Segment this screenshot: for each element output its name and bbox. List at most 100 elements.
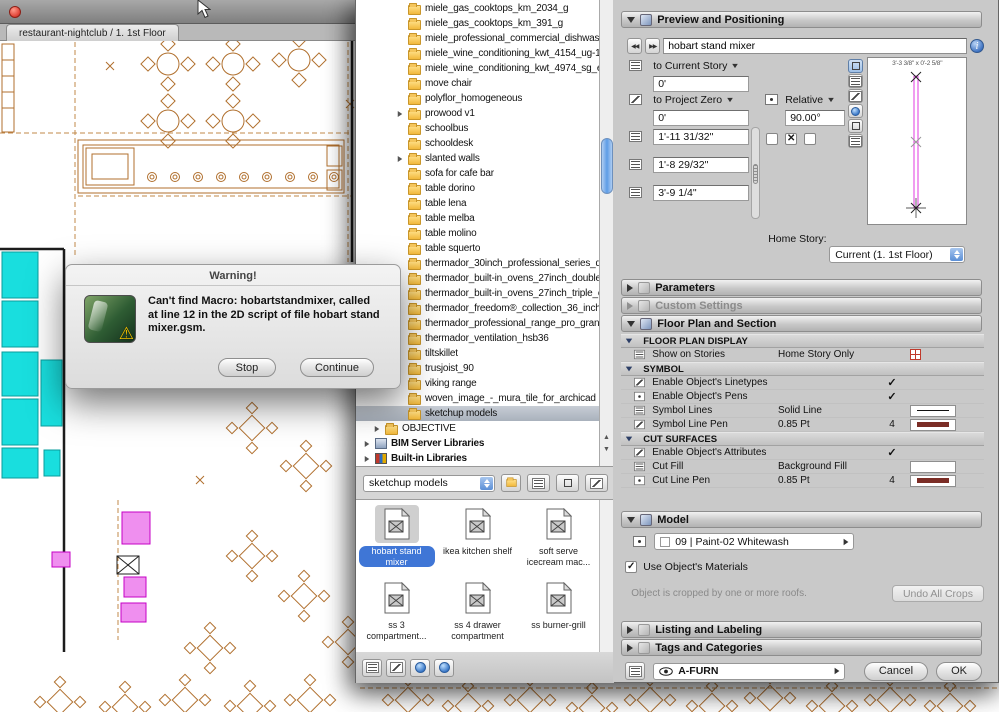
scroll-down-arrow-icon[interactable]: ▼ xyxy=(603,446,610,453)
detail-view-button[interactable] xyxy=(585,474,608,492)
library-object[interactable]: hobart stand mixer xyxy=(356,502,437,576)
symbol-band[interactable]: SYMBOL xyxy=(621,362,984,376)
tree-item[interactable]: move chair xyxy=(356,76,599,91)
collapse-triangle-icon[interactable] xyxy=(627,17,635,23)
section-floor-plan[interactable]: Floor Plan and Section xyxy=(621,315,982,332)
ok-button[interactable]: OK xyxy=(936,662,982,681)
tree-item[interactable]: miele_gas_cooktops_km_391_g xyxy=(356,16,599,31)
new-folder-button[interactable] xyxy=(501,474,521,492)
library-object[interactable]: ss 3 compartment... xyxy=(356,576,437,650)
symbol-lines-dropdown[interactable]: Solid Line xyxy=(778,405,874,416)
library-object[interactable]: ss burner-grill xyxy=(518,576,599,650)
tree-item[interactable]: BIM Server Libraries xyxy=(356,436,599,451)
folder-dropdown[interactable]: sketchup models xyxy=(363,475,495,492)
floor-plan-display-band[interactable]: FLOOR PLAN DISPLAY xyxy=(621,334,984,348)
story-offset-field[interactable]: 0' xyxy=(653,76,749,92)
expand-arrow-icon[interactable] xyxy=(373,425,381,433)
use-materials-checkbox[interactable] xyxy=(625,561,637,573)
tree-scrollbar[interactable]: ▼ ▲ xyxy=(599,0,614,467)
material-dropdown[interactable]: 09 | Paint-02 Whitewash xyxy=(654,533,854,550)
section-tags-categories[interactable]: Tags and Categories xyxy=(621,639,982,656)
preview-slider[interactable] xyxy=(751,127,760,219)
undo-all-crops-button[interactable]: Undo All Crops xyxy=(892,585,984,602)
flip-checkbox[interactable] xyxy=(766,133,778,145)
tree-item[interactable]: Built-in Libraries xyxy=(356,451,599,466)
tree-item[interactable]: slanted walls xyxy=(356,151,599,166)
cut-fill-dropdown[interactable]: Background Fill xyxy=(778,461,874,472)
tree-item[interactable]: table melba xyxy=(356,211,599,226)
tree-item[interactable]: table lena xyxy=(356,196,599,211)
tree-item[interactable]: woven_image_-_mura_tile_for_archicad xyxy=(356,391,599,406)
fill-preview-field[interactable] xyxy=(910,461,956,473)
tree-item[interactable]: miele_wine_conditioning_kwt_4154_ug-1 xyxy=(356,46,599,61)
rotation-angle-field[interactable]: 90.00° xyxy=(785,110,845,126)
library-object[interactable]: soft serve icecream mac... xyxy=(518,502,599,576)
preview-3d-button[interactable] xyxy=(848,104,863,118)
close-button[interactable] xyxy=(9,6,21,18)
layer-settings-button[interactable] xyxy=(625,662,645,680)
expand-arrow-icon[interactable] xyxy=(363,455,371,463)
expand-arrow-icon[interactable] xyxy=(396,110,404,118)
cut-pen-index-value[interactable]: 4 xyxy=(874,475,910,486)
pen-index-value[interactable]: 4 xyxy=(874,419,910,430)
group-triangle-icon[interactable] xyxy=(626,367,632,372)
library-object[interactable]: ikea kitchen shelf xyxy=(437,502,518,576)
line-preview-field[interactable] xyxy=(910,405,956,417)
tree-item[interactable]: miele_wine_conditioning_kwt_4974_sg_ed xyxy=(356,61,599,76)
tree-item[interactable]: schoolbus xyxy=(356,121,599,136)
group-triangle-icon[interactable] xyxy=(626,339,632,344)
object-preview[interactable]: 3'-3 3/8" x 0'-2 5/8" xyxy=(867,57,967,225)
tree-item[interactable]: miele_gas_cooktops_km_2034_g xyxy=(356,1,599,16)
next-object-button[interactable]: ▶▶ xyxy=(645,38,660,54)
anchor-story-dropdown[interactable]: to Current Story xyxy=(653,58,739,73)
window-titlebar[interactable] xyxy=(0,0,356,24)
show-on-stories-dropdown[interactable]: Home Story Only xyxy=(778,349,874,360)
section-model[interactable]: Model xyxy=(621,511,982,528)
expand-triangle-icon[interactable] xyxy=(627,644,633,652)
mirror-toggle[interactable] xyxy=(785,133,797,145)
dimension-y-field[interactable]: 1'-8 29/32" xyxy=(653,157,749,173)
expand-arrow-icon[interactable] xyxy=(396,155,404,163)
tree-item[interactable]: table molino xyxy=(356,226,599,241)
scroll-up-arrow-icon[interactable]: ▲ xyxy=(603,434,610,441)
library-tree[interactable]: miele_gas_cooktops_km_2034_gmiele_gas_co… xyxy=(356,0,614,467)
pivot-checkbox[interactable] xyxy=(804,133,816,145)
group-triangle-icon[interactable] xyxy=(626,437,632,442)
tree-item[interactable]: polyflor_homogeneous xyxy=(356,91,599,106)
pen-weight-value[interactable]: 0.85 Pt xyxy=(778,419,874,430)
checkmark-icon[interactable] xyxy=(887,446,896,459)
rotation-mode-dropdown[interactable]: Relative xyxy=(785,92,835,107)
preview-info-button[interactable] xyxy=(848,134,863,148)
prev-object-button[interactable]: ◀◀ xyxy=(627,38,642,54)
section-preview-positioning[interactable]: Preview and Positioning xyxy=(621,11,982,28)
section-listing-labeling[interactable]: Listing and Labeling xyxy=(621,621,982,638)
checkmark-icon[interactable] xyxy=(887,390,896,403)
expand-arrow-icon[interactable] xyxy=(363,440,371,448)
tree-item[interactable]: table squerto xyxy=(356,241,599,256)
section-parameters[interactable]: Parameters xyxy=(621,279,982,296)
cut-surfaces-band[interactable]: CUT SURFACES xyxy=(621,432,984,446)
preview-picture-button[interactable] xyxy=(848,119,863,133)
stop-button[interactable]: Stop xyxy=(218,358,276,377)
preview-front-view-button[interactable] xyxy=(848,74,863,88)
grid-view-button[interactable] xyxy=(556,474,579,492)
cut-pen-weight-value[interactable]: 0.85 Pt xyxy=(778,475,874,486)
tree-item[interactable]: schooldesk xyxy=(356,136,599,151)
tree-item[interactable]: miele_professional_commercial_dishwasher… xyxy=(356,31,599,46)
list-view-button[interactable] xyxy=(527,474,550,492)
collapse-triangle-icon[interactable] xyxy=(627,517,635,523)
cancel-button[interactable]: Cancel xyxy=(864,662,928,681)
bim-components-button[interactable] xyxy=(410,659,430,677)
info-button[interactable]: i xyxy=(970,39,984,53)
library-object[interactable]: ss 4 drawer compartment xyxy=(437,576,518,650)
expand-triangle-icon[interactable] xyxy=(627,302,633,310)
section-custom-settings[interactable]: Custom Settings xyxy=(621,297,982,314)
dimension-x-field[interactable]: 1'-11 31/32" xyxy=(653,129,749,145)
cut-pen-color-field[interactable] xyxy=(910,475,956,487)
dimension-z-field[interactable]: 3'-9 1/4" xyxy=(653,185,749,201)
scrollbar-thumb[interactable] xyxy=(601,138,613,194)
pen-color-field[interactable] xyxy=(910,419,956,431)
project-zero-dropdown[interactable]: to Project Zero xyxy=(653,92,734,107)
preview-2d-symbol-button[interactable] xyxy=(848,59,863,73)
save-object-button[interactable] xyxy=(386,659,406,677)
